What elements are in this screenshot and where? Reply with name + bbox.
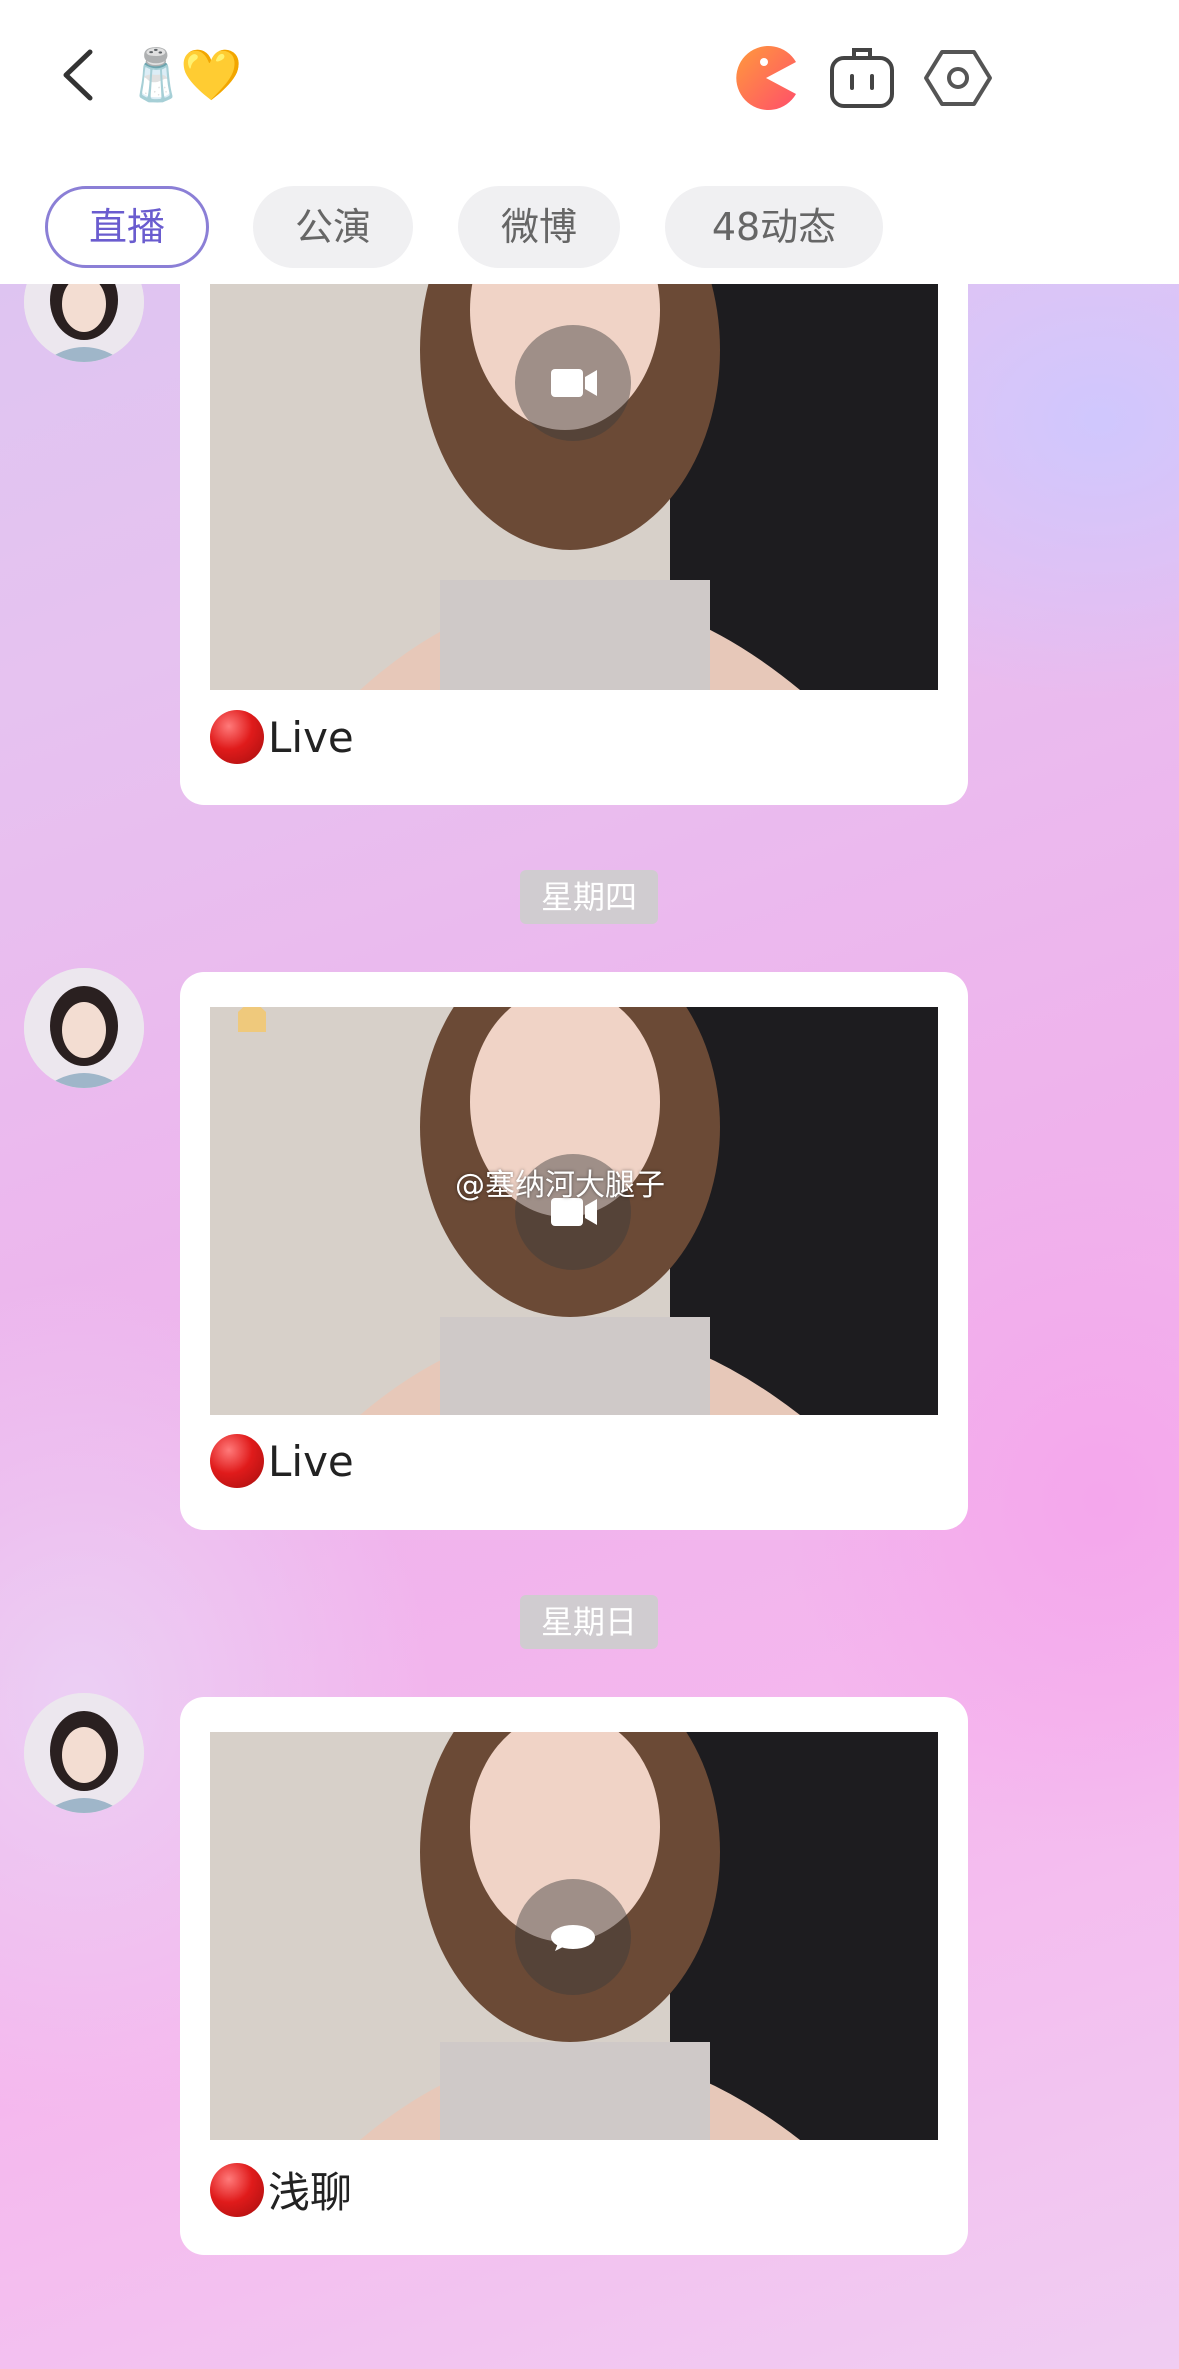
avatar[interactable] — [24, 968, 144, 1088]
post-label: 浅聊 — [210, 2159, 352, 2220]
robot-icon[interactable] — [826, 42, 898, 114]
day-divider: 星期日 — [520, 1595, 658, 1649]
yellow-heart-emoji: 💛 — [180, 46, 243, 104]
red-circle-icon — [210, 710, 264, 764]
pacman-icon[interactable] — [730, 42, 802, 114]
tab-weibo[interactable]: 微博 — [458, 186, 620, 268]
post-card[interactable]: 浅聊 — [180, 1697, 968, 2255]
settings-hex-icon[interactable] — [922, 42, 994, 114]
avatar[interactable] — [24, 1693, 144, 1813]
live-cover-image[interactable] — [210, 1732, 938, 2140]
post-label: Live — [210, 710, 354, 764]
tab-performance[interactable]: 公演 — [253, 186, 413, 268]
video-camera-icon[interactable] — [515, 325, 631, 441]
red-circle-icon — [210, 2162, 264, 2217]
day-divider: 星期四 — [520, 870, 658, 924]
top-bar: 🧂 💛 直播 公演 微博 48动态 — [0, 0, 1179, 284]
post-card[interactable]: Live — [180, 200, 968, 805]
tab-48-news[interactable]: 48动态 — [665, 186, 883, 268]
red-circle-icon — [210, 1434, 264, 1488]
watermark: @塞纳河大腿子 — [455, 1168, 665, 1203]
tab-live[interactable]: 直播 — [45, 186, 209, 268]
salt-emoji: 🧂 — [125, 46, 188, 104]
post-card[interactable]: Live — [180, 972, 968, 1530]
live-cover-image[interactable] — [210, 1007, 938, 1415]
chat-bubble-icon[interactable] — [515, 1879, 631, 1995]
post-label: Live — [210, 1434, 354, 1488]
back-icon[interactable] — [50, 40, 110, 110]
